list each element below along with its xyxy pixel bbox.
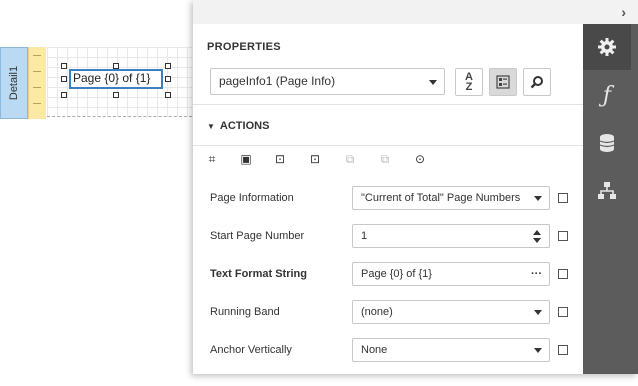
function-icon: ƒ [602, 82, 612, 108]
detail-band-tab[interactable]: Detail1 [0, 47, 28, 119]
text-format-string-checkbox[interactable] [558, 269, 568, 279]
properties-content: PROPERTIES pageInfo1 (Page Info) AZ ▼ AC… [193, 24, 583, 374]
page-info-control-text: Page {0} of {1} [73, 71, 151, 85]
gear-icon [598, 38, 616, 56]
band-label: Detail1 [8, 65, 20, 101]
resize-handle-tr[interactable] [165, 63, 171, 69]
resize-handle-bl[interactable] [61, 92, 67, 98]
component-selector[interactable]: pageInfo1 (Page Info) [210, 68, 445, 95]
fit-to-content-icon[interactable]: ▣ [239, 152, 253, 166]
text-format-string-field[interactable]: Page {0} of {1} ··· [352, 262, 550, 286]
properties-panel: › PROPERTIES pageInfo1 (Page Info) AZ ▼ … [193, 0, 638, 374]
page-information-checkbox[interactable] [558, 193, 568, 203]
actions-header[interactable]: ▼ ACTIONS [207, 120, 269, 132]
chevron-right-icon[interactable]: › [621, 4, 626, 20]
chevron-down-icon [429, 80, 437, 85]
database-icon [599, 134, 615, 152]
chevron-down-icon [534, 310, 542, 315]
search-icon [530, 76, 543, 89]
actions-header-label: ACTIONS [219, 120, 270, 132]
chevron-down-icon [534, 196, 542, 201]
fit-bounds-icon[interactable]: ⌗ [205, 152, 219, 166]
align-disabled-icon: ⧉ [345, 152, 355, 166]
categories-button[interactable] [489, 68, 517, 96]
categories-icon [496, 75, 510, 89]
hierarchy-icon [598, 182, 616, 199]
panel-title: PROPERTIES [207, 41, 281, 53]
resize-handle-br[interactable] [165, 92, 171, 98]
expressions-tab[interactable]: ƒ [583, 72, 631, 118]
anchor-vertically-value: None [361, 344, 388, 356]
sort-alphabetical-button[interactable]: AZ [455, 68, 483, 96]
page-info-control[interactable]: Page {0} of {1} [69, 69, 163, 89]
align-center-icon[interactable]: ⊡ [308, 152, 322, 166]
page-information-value: "Current of Total" Page Numbers [361, 192, 521, 204]
spin-down-icon[interactable] [533, 238, 541, 243]
anchor-vertically-dropdown[interactable]: None [352, 338, 550, 362]
center-icon[interactable]: ⊙ [413, 152, 427, 166]
prop-label-anchor-vertically: Anchor Vertically [210, 344, 292, 356]
start-page-number-checkbox[interactable] [558, 231, 568, 241]
field-list-tab[interactable] [583, 120, 631, 166]
running-band-dropdown[interactable]: (none) [352, 300, 550, 324]
align-left-icon[interactable]: ⊡ [273, 152, 287, 166]
component-selector-value: pageInfo1 (Page Info) [219, 74, 336, 88]
resize-handle-tl[interactable] [61, 63, 67, 69]
align-disabled-icon: ⧉ [380, 152, 390, 166]
prop-label-start-page-number: Start Page Number [210, 230, 305, 242]
vertical-ruler [28, 47, 46, 119]
running-band-checkbox[interactable] [558, 307, 568, 317]
divider [193, 104, 583, 105]
search-button[interactable] [523, 68, 551, 96]
spin-up-icon[interactable] [533, 230, 541, 235]
report-explorer-tab[interactable] [583, 168, 631, 214]
start-page-number-value: 1 [361, 230, 368, 242]
prop-label-page-information: Page Information [210, 192, 294, 204]
resize-handle-t[interactable] [113, 63, 119, 69]
prop-label-text-format-string: Text Format String [210, 268, 307, 280]
ellipsis-button[interactable]: ··· [531, 263, 542, 285]
report-designer-surface[interactable]: Detail1 Page {0} of {1} [0, 0, 200, 386]
panel-tab-sidebar: ƒ [583, 24, 638, 374]
divider [193, 145, 583, 146]
running-band-value: (none) [361, 306, 393, 318]
collapse-triangle-icon: ▼ [207, 122, 215, 131]
text-format-string-value: Page {0} of {1} [361, 268, 432, 280]
chevron-down-icon [534, 348, 542, 353]
page-information-dropdown[interactable]: "Current of Total" Page Numbers [352, 186, 550, 210]
resize-handle-b[interactable] [113, 92, 119, 98]
anchor-vertically-checkbox[interactable] [558, 345, 568, 355]
resize-handle-r[interactable] [165, 76, 171, 82]
sort-az-icon: AZ [465, 71, 473, 93]
prop-label-running-band: Running Band [210, 306, 280, 318]
panel-top-bar: › [193, 0, 638, 24]
start-page-number-spinner[interactable]: 1 [352, 224, 550, 248]
resize-handle-l[interactable] [61, 76, 67, 82]
properties-tab[interactable] [583, 24, 631, 70]
